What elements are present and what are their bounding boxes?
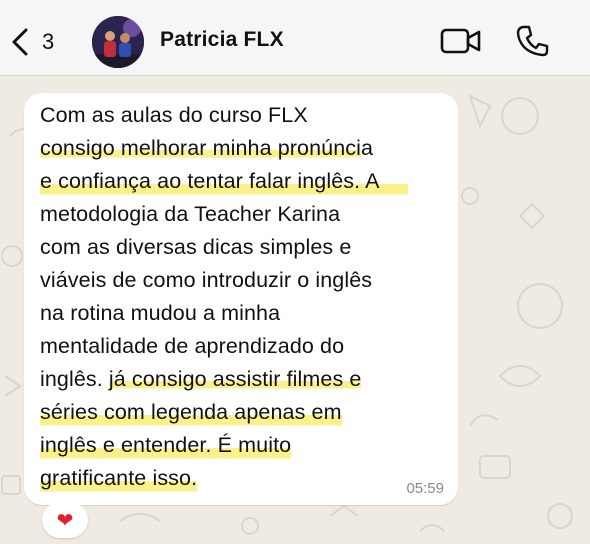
highlight: já consigo assistir filmes e (108, 367, 362, 391)
message-line: na rotina mudou a minha (40, 301, 281, 325)
message-line: metodologia da Teacher Karina (40, 202, 341, 226)
message-text: Com as aulas do curso FLX consigo melhor… (40, 99, 452, 495)
avatar[interactable] (92, 16, 144, 68)
message-line: viáveis de como introduzir o inglês (40, 268, 373, 292)
message-bubble[interactable]: Com as aulas do curso FLX consigo melhor… (24, 93, 458, 505)
message-line: com as diversas dicas simples e (40, 235, 352, 259)
phone-icon (516, 25, 549, 57)
message-line: inglês. já consigo assistir filmes e (40, 367, 362, 391)
message-line: séries com legenda apenas em (40, 396, 342, 429)
message-line: e confiança ao tentar falar inglês. A (40, 165, 452, 198)
contact-name[interactable]: Patricia FLX (160, 28, 284, 52)
back-chevron-icon (12, 28, 28, 56)
message-line: mentalidade de aprendizado do (40, 334, 345, 358)
message-line: Com as aulas do curso FLX (40, 103, 308, 127)
chat-header: 3 Patricia FLX (0, 0, 590, 76)
back-button[interactable]: 3 (10, 24, 66, 60)
message-timestamp: 05:59 (406, 480, 444, 497)
message-line: consigo melhorar minha pronúncia (40, 136, 374, 160)
message-line: inglês e entender. É muito (40, 429, 292, 462)
unread-count: 3 (42, 29, 55, 54)
video-camera-icon (440, 28, 481, 54)
video-call-button[interactable] (440, 26, 482, 56)
highlight: consigo melhorar minha pronúnci (40, 136, 361, 160)
voice-call-button[interactable] (516, 24, 550, 58)
message-line: gratificante isso. (40, 462, 198, 495)
heart-reaction[interactable]: ❤ (42, 502, 88, 538)
